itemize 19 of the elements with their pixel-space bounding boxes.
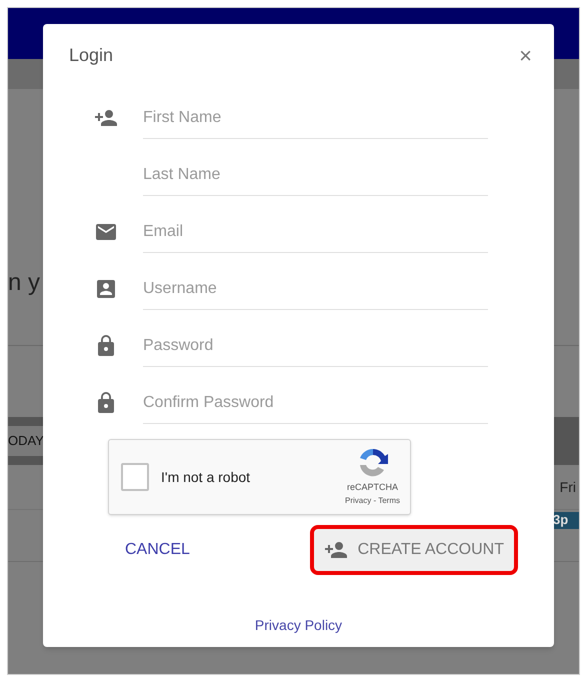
captcha-label: I'm not a robot bbox=[161, 468, 252, 486]
contact-card-icon bbox=[94, 277, 118, 301]
input-field[interactable]: Username bbox=[143, 268, 488, 310]
tab-label[interactable]: ODAY bbox=[8, 426, 46, 456]
privacy-policy-link[interactable]: Privacy Policy bbox=[254, 615, 342, 636]
captcha-links[interactable]: Privacy - Terms bbox=[345, 494, 400, 507]
close-button[interactable]: × bbox=[519, 44, 532, 66]
captcha-checkbox[interactable] bbox=[121, 463, 149, 491]
cancel-button[interactable]: CANCEL bbox=[125, 529, 190, 571]
create-account-button[interactable]: CREATE ACCOUNT bbox=[314, 529, 514, 571]
input-field[interactable]: Confirm Password bbox=[143, 382, 488, 424]
page-heading: n y bbox=[8, 271, 40, 295]
date-label: Fri bbox=[560, 478, 576, 496]
captcha-brand: reCAPTCHA bbox=[347, 481, 398, 494]
input-field[interactable]: Password bbox=[143, 325, 488, 367]
input-field[interactable]: First Name bbox=[143, 97, 488, 139]
input-field[interactable]: Last Name bbox=[143, 154, 488, 196]
input-field[interactable]: Email bbox=[143, 211, 488, 253]
dialog-title: Login bbox=[69, 44, 114, 67]
